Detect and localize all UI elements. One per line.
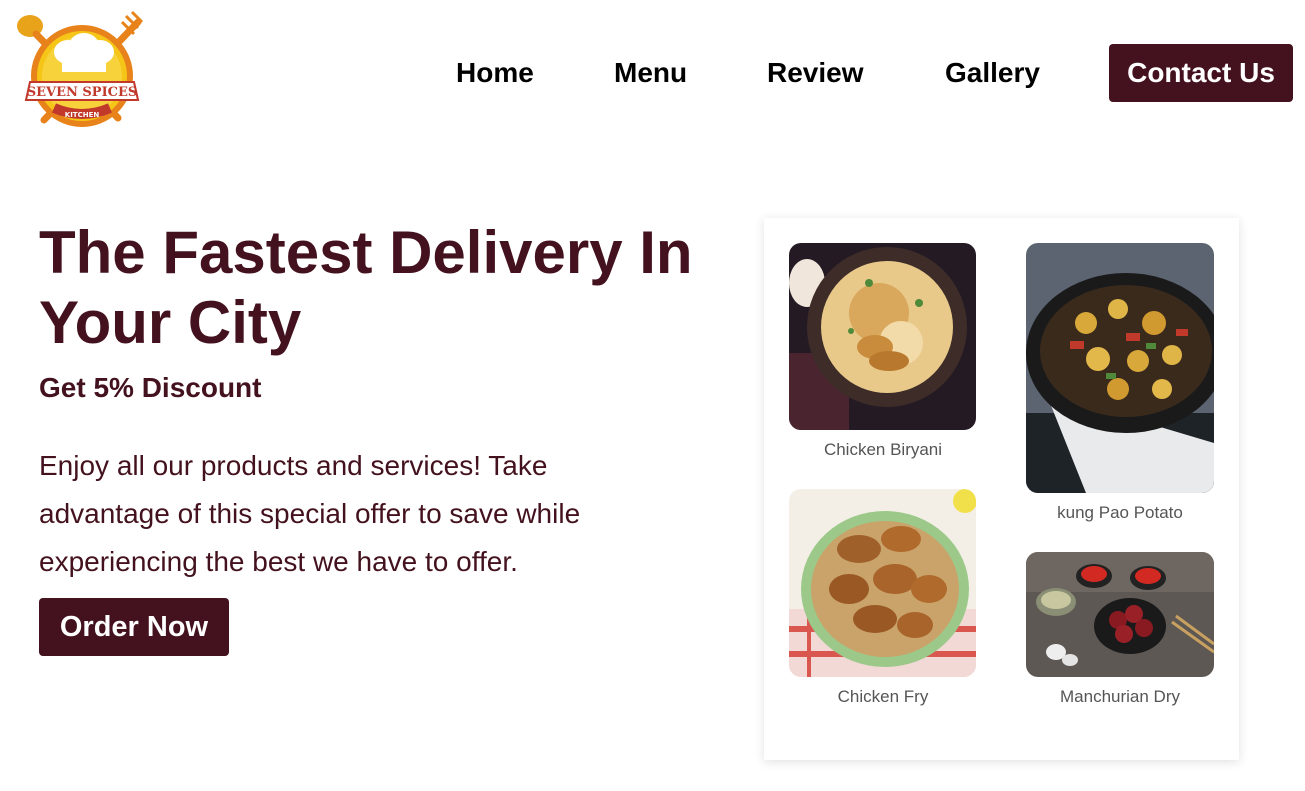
hero-description: Enjoy all our products and services! Tak… [39,450,581,577]
nav-home-link[interactable]: Home [456,44,534,102]
featured-dishes-card: Chicken Biryani kung Pao Potato Chicken … [764,218,1239,760]
dish-name: Chicken Fry [837,687,929,706]
dish-name: kung Pao Potato [1057,503,1183,522]
nav-menu-link[interactable]: Menu [614,44,687,102]
contact-us-button[interactable]: Contact Us [1109,44,1293,102]
manchurian-bowl-icon [1026,552,1214,677]
biryani-plate-icon [789,243,976,430]
dish-name: Manchurian Dry [1060,687,1180,706]
nav-gallery-link[interactable]: Gallery [945,44,1040,102]
hero-title: The Fastest Delivery In Your City [39,219,693,356]
kung-pao-potato-image[interactable] [1026,243,1214,493]
hero-discount: Get 5% Discount [39,372,262,403]
logo-subtext: KITCHEN [65,111,100,119]
chicken-biryani-image[interactable] [789,243,976,430]
pan-potatoes-icon [1026,243,1214,493]
fried-chicken-basket-icon [789,489,976,677]
order-now-button[interactable]: Order Now [39,598,229,656]
main-nav: Home Menu Review Gallery Contact Us [0,44,1305,102]
manchurian-dry-image[interactable] [1026,552,1214,677]
chicken-fry-image[interactable] [789,489,976,677]
dish-name: Chicken Biryani [823,440,943,459]
nav-review-link[interactable]: Review [767,44,864,102]
